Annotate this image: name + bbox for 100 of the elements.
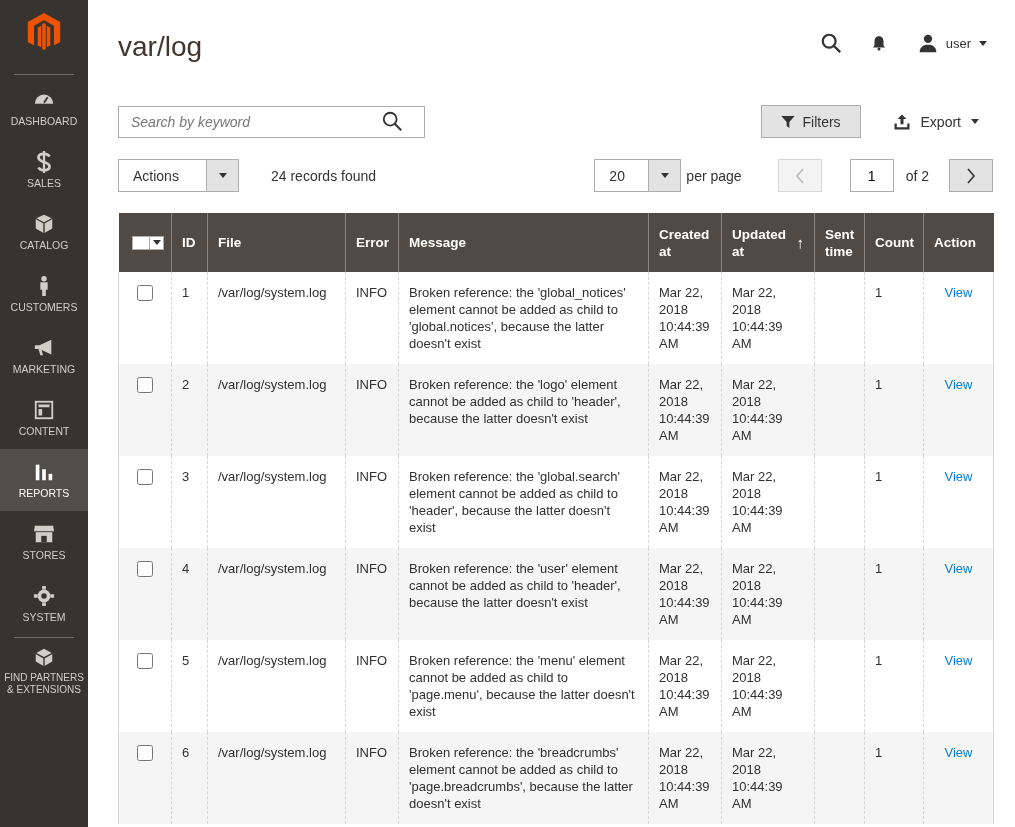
sort-indicator: ↑	[796, 234, 804, 251]
caret-icon	[152, 240, 161, 245]
table-cell: Broken reference: the 'breadcrumbs' element cannot be added as child to 'page.breadcrumbs', because the latter doesn't exist	[409, 745, 633, 811]
sidebar-item[interactable]: CATALOG	[0, 201, 88, 263]
table-cell: 5	[182, 653, 190, 668]
table-cell: 1	[875, 285, 883, 300]
table-cell: INFO	[356, 377, 388, 392]
table-cell: Mar 22, 2018 10:44:39 AM	[732, 561, 783, 627]
table-cell: Mar 22, 2018 10:44:39 AM	[659, 285, 710, 351]
table-cell: Mar 22, 2018 10:44:39 AM	[659, 745, 710, 811]
sidebar-item[interactable]: DASHBOARD	[0, 77, 88, 139]
chevron-left-icon	[794, 167, 805, 184]
row-checkbox[interactable]	[137, 469, 153, 485]
table-cell: /var/log/system.log	[218, 653, 327, 668]
row-checkbox[interactable]	[137, 285, 153, 301]
user-menu[interactable]: user	[911, 32, 993, 54]
column-header[interactable]: Count	[864, 213, 924, 272]
mass-select-checkbox[interactable]	[131, 235, 164, 250]
view-link[interactable]: View	[944, 469, 973, 484]
search-button[interactable]	[381, 109, 405, 134]
table-cell: Mar 22, 2018 10:44:39 AM	[659, 653, 710, 719]
table-cell: /var/log/system.log	[218, 745, 327, 760]
user-icon	[917, 33, 938, 53]
view-link[interactable]: View	[944, 653, 973, 668]
view-link[interactable]: View	[944, 745, 973, 760]
column-header[interactable]: ID	[171, 213, 208, 272]
sidebar-item[interactable]: FIND PARTNERS & EXTENSIONS	[0, 640, 88, 702]
sidebar-item[interactable]: CUSTOMERS	[0, 263, 88, 325]
caret-icon	[218, 173, 227, 178]
sidebar-item[interactable]: SYSTEM	[0, 573, 88, 635]
table-cell: 2	[182, 377, 190, 392]
per-page-label: per page	[686, 167, 742, 184]
export-button[interactable]: Export	[886, 111, 985, 132]
column-header[interactable]: Message	[398, 213, 649, 272]
sidebar-item[interactable]: CONTENT	[0, 387, 88, 449]
table-cell: Mar 22, 2018 10:44:39 AM	[659, 469, 710, 535]
table-cell: INFO	[356, 561, 388, 576]
row-checkbox[interactable]	[137, 745, 153, 761]
table-cell: 3	[182, 469, 190, 484]
table-cell: INFO	[356, 745, 388, 760]
table-cell: Broken reference: the 'global_notices' element cannot be added as child to 'global.notices', because the latter doesn't exist	[409, 285, 626, 351]
table-cell: 4	[182, 561, 190, 576]
table-cell: /var/log/system.log	[218, 561, 327, 576]
caret-icon	[660, 173, 669, 178]
table-cell: Broken reference: the 'logo' element cannot be added as child to 'header', because the latter doesn't exist	[409, 377, 621, 426]
column-header[interactable]: File	[207, 213, 346, 272]
table-cell: 1	[875, 469, 883, 484]
filters-button[interactable]: Filters	[760, 105, 861, 138]
layout-icon	[33, 399, 55, 421]
row-checkbox[interactable]	[137, 653, 153, 669]
table-cell: /var/log/system.log	[218, 285, 327, 300]
table-cell: Mar 22, 2018 10:44:39 AM	[732, 377, 783, 443]
column-header[interactable]: Sent time	[814, 213, 865, 272]
search-icon	[381, 109, 403, 132]
table-cell: 1	[875, 377, 883, 392]
sidebar-item[interactable]: REPORTS	[0, 449, 88, 511]
page-number-field[interactable]: 1	[849, 159, 894, 192]
table-cell: INFO	[356, 653, 388, 668]
table-cell: 1	[875, 653, 883, 668]
table-cell: Broken reference: the 'user' element cannot be added as child to 'header', because the latter doesn't exist	[409, 561, 621, 610]
column-header[interactable]: Action	[923, 213, 994, 272]
table-cell: INFO	[356, 285, 388, 300]
logo-icon	[26, 12, 62, 52]
table-cell: 1	[875, 745, 883, 760]
caret-icon	[979, 40, 987, 46]
view-link[interactable]: View	[944, 561, 973, 576]
upload-icon	[892, 112, 911, 131]
table-cell: Broken reference: the 'menu' element cannot be added as child to 'page.menu', because the latter doesn't exist	[409, 653, 635, 719]
table-cell: 1	[182, 285, 190, 300]
search-field[interactable]: Search by keyword	[118, 105, 425, 138]
chevron-right-icon	[966, 167, 976, 184]
table-cell: Mar 22, 2018 10:44:39 AM	[732, 285, 783, 351]
sidebar-item[interactable]: STORES	[0, 511, 88, 573]
blocks-icon	[33, 646, 55, 668]
box-icon	[33, 213, 55, 235]
table-cell: Mar 22, 2018 10:44:39 AM	[659, 561, 710, 627]
sidebar-item[interactable]: MARKETING	[0, 325, 88, 387]
view-link[interactable]: View	[944, 377, 973, 392]
table-cell: 6	[182, 745, 190, 760]
search-icon	[819, 32, 842, 54]
gear-icon	[33, 585, 55, 607]
table-cell: Mar 22, 2018 10:44:39 AM	[732, 745, 783, 811]
table-cell: Broken reference: the 'global.search' element cannot be added as child to 'header', because the latter doesn't exist	[409, 469, 620, 535]
view-link[interactable]: View	[944, 285, 973, 300]
table-cell: Mar 22, 2018 10:44:39 AM	[659, 377, 710, 443]
column-header[interactable]: Created at	[648, 213, 722, 272]
table-cell: /var/log/system.log	[218, 469, 327, 484]
actions-dropdown[interactable]: Actions	[118, 159, 239, 192]
records-count: 24 records found	[271, 167, 377, 184]
table-cell: 1	[875, 561, 883, 576]
table-cell: INFO	[356, 469, 388, 484]
store-icon	[33, 523, 55, 545]
per-page-dropdown[interactable]: 20	[594, 159, 682, 192]
column-header[interactable]: Error	[345, 213, 399, 272]
sidebar-item[interactable]: SALES	[0, 139, 88, 201]
row-checkbox[interactable]	[137, 561, 153, 577]
row-checkbox[interactable]	[137, 377, 153, 393]
filter-icon	[780, 113, 797, 130]
table-cell: /var/log/system.log	[218, 377, 327, 392]
caret-icon	[971, 119, 979, 124]
